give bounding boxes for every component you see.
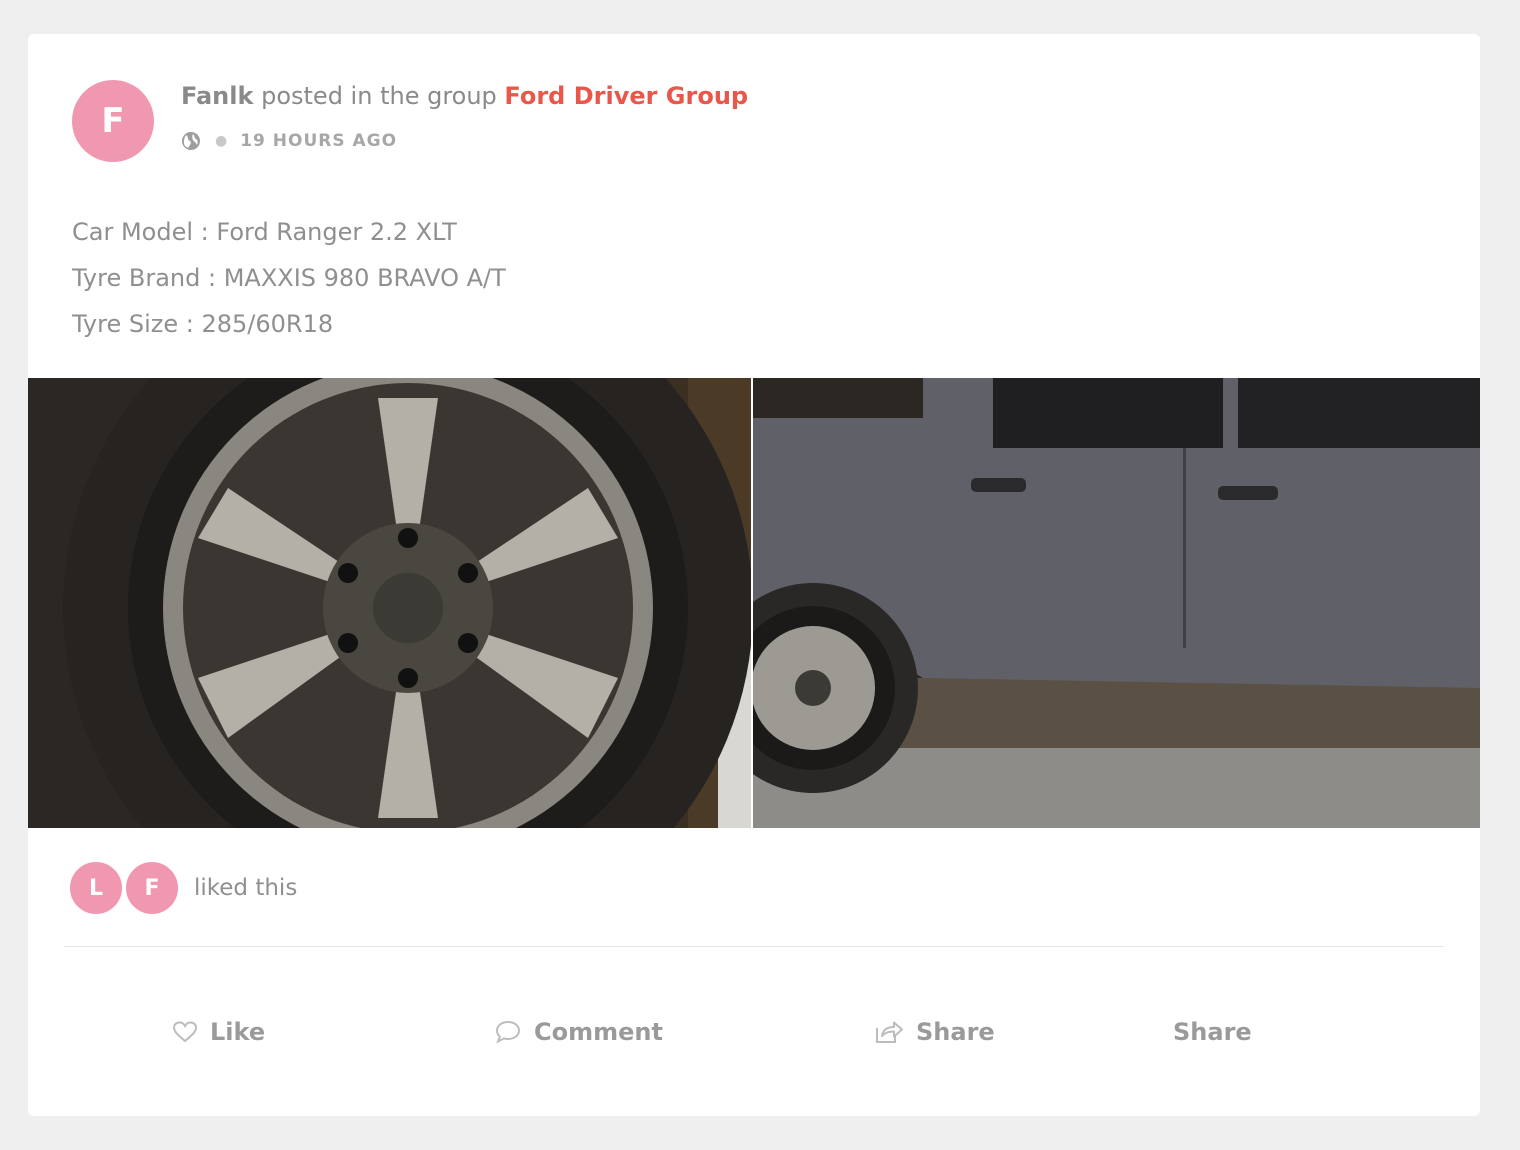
comment-button[interactable]: Comment [494,1010,663,1054]
author-name-link[interactable]: Fanlk [181,82,253,110]
post-card: F Fanlk posted in the group Ford Driver … [28,34,1480,1116]
photo-tyre-wheel[interactable] [28,378,751,828]
meta-separator-dot: ● [215,133,229,149]
posted-in-text: posted in the group [253,82,505,110]
post-timestamp[interactable]: 19 HOURS AGO [240,131,397,151]
share-button-secondary[interactable]: Share [1173,1010,1252,1054]
post-body-line: Tyre Size : 285/60R18 [72,310,334,338]
like-label: Like [210,1018,266,1046]
photo-truck-side[interactable] [753,378,1480,828]
share-icon [876,1021,903,1043]
post-body: Car Model : Ford Ranger 2.2 XLT Tyre Bra… [72,209,506,347]
actions-divider [64,946,1444,947]
group-name-link[interactable]: Ford Driver Group [504,82,748,110]
heart-icon [172,1021,198,1043]
author-avatar[interactable]: F [72,80,154,162]
likes-summary: L F liked this [68,860,297,916]
post-header: Fanlk posted in the group Ford Driver Gr… [181,82,748,110]
comment-label: Comment [534,1018,663,1046]
comment-bubble-icon [495,1020,521,1044]
post-actions: Like Comment Share Share [28,1010,1480,1054]
share-label: Share [916,1018,995,1046]
share-button[interactable]: Share [874,1010,995,1054]
liker-avatar[interactable]: F [124,860,180,916]
post-body-line: Car Model : Ford Ranger 2.2 XLT [72,218,457,246]
like-button[interactable]: Like [172,1010,265,1054]
globe-icon[interactable] [181,131,201,151]
share-label: Share [1173,1018,1252,1046]
post-photos [28,378,1480,828]
post-body-line: Tyre Brand : MAXXIS 980 BRAVO A/T [72,264,506,292]
likes-text: liked this [194,875,298,901]
liker-avatar[interactable]: L [68,860,124,916]
post-meta: ● 19 HOURS AGO [181,131,397,151]
